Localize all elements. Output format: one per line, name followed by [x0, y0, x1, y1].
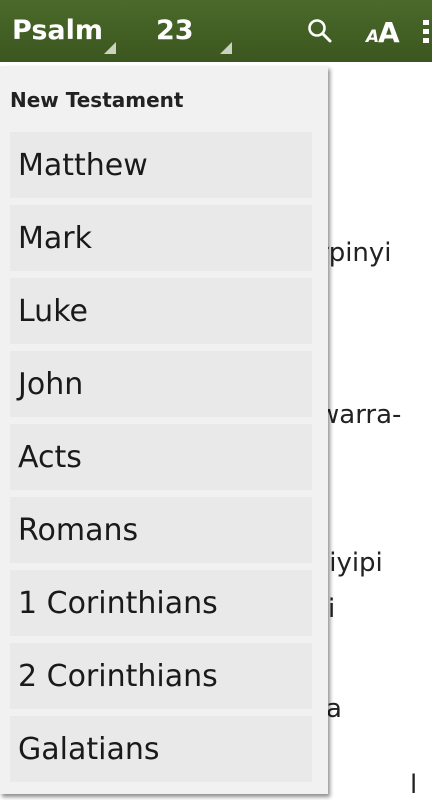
book-item-luke[interactable]: Luke [10, 278, 312, 344]
verse-text-fragment: l [410, 770, 418, 800]
chapter-selector[interactable]: 23 [150, 0, 238, 62]
verse-text-fragment: warra- [318, 400, 402, 430]
book-item-1-corinthians[interactable]: 1 Corinthians [10, 570, 312, 636]
book-item-matthew[interactable]: Matthew [10, 132, 312, 198]
overflow-menu-button[interactable] [420, 0, 432, 62]
search-button[interactable] [302, 0, 338, 62]
search-icon [308, 19, 332, 43]
book-item-john[interactable]: John [10, 351, 312, 417]
dropdown-triangle-icon [220, 42, 232, 54]
verse-text-fragment: i [328, 594, 336, 624]
book-item-mark[interactable]: Mark [10, 205, 312, 271]
svg-text:A: A [378, 16, 400, 46]
chapter-selector-label: 23 [156, 15, 194, 46]
text-size-button[interactable]: A A [362, 0, 406, 62]
book-selector-label: Psalm [12, 15, 103, 46]
book-item-acts[interactable]: Acts [10, 424, 312, 490]
book-item-romans[interactable]: Romans [10, 497, 312, 563]
section-header-new-testament: New Testament [10, 88, 184, 112]
book-item-galatians[interactable]: Galatians [10, 716, 312, 782]
overflow-menu-icon [423, 20, 429, 43]
verse-text-fragment: jiyipi [322, 548, 383, 578]
text-size-icon: A A [365, 16, 400, 46]
book-selector[interactable]: Psalm [12, 0, 120, 62]
verse-text-fragment: rpinyi [318, 238, 392, 268]
book-dropdown-list: New Testament Matthew Mark Luke John Act… [0, 66, 328, 794]
dropdown-triangle-icon [104, 42, 116, 54]
verse-text-fragment: a [326, 694, 342, 724]
app-window: rpinyi warra- jiyipi i a l Psalm 23 A A [0, 0, 432, 800]
book-item-2-corinthians[interactable]: 2 Corinthians [10, 643, 312, 709]
action-bar: Psalm 23 A A [0, 0, 432, 62]
